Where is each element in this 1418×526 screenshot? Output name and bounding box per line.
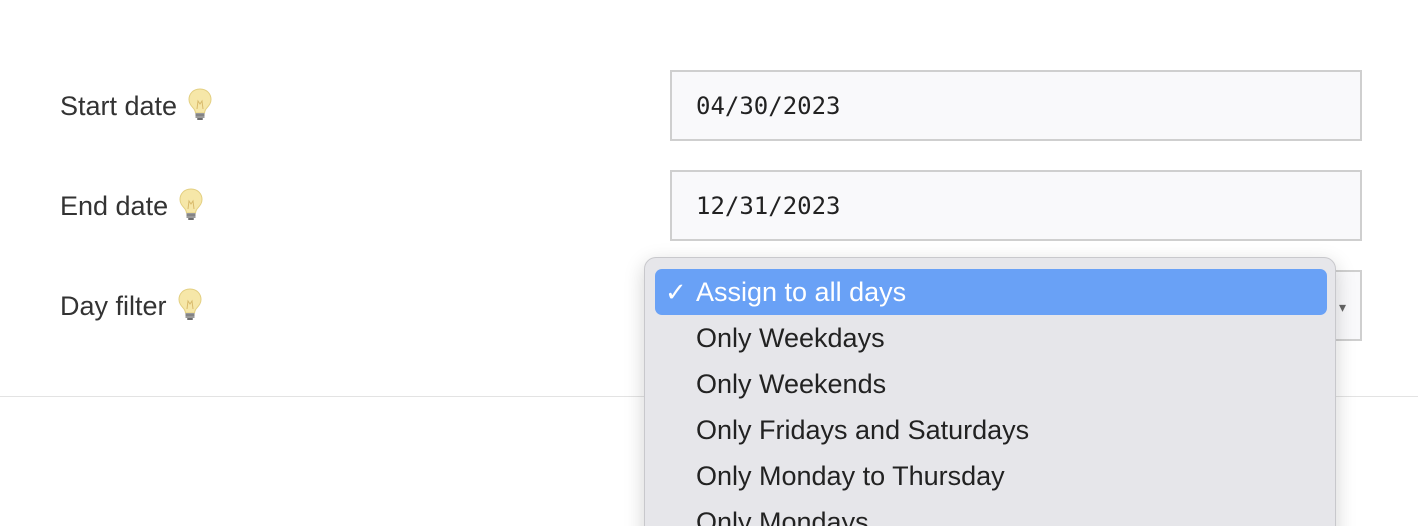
lightbulb-icon[interactable] [187,87,213,121]
dropdown-option[interactable]: Only Weekends [655,361,1327,407]
dropdown-option-label: Only Mondays [696,506,869,526]
start-date-row: Start date 04/30/2023 [0,70,1418,142]
dropdown-option-label: Only Weekdays [696,322,885,353]
day-filter-label-group: Day filter [60,270,203,342]
dropdown-option-label: Assign to all days [696,276,907,307]
dropdown-option[interactable]: Only Monday to Thursday [655,453,1327,499]
day-filter-label: Day filter [60,290,167,321]
start-date-input[interactable]: 04/30/2023 [670,70,1362,141]
dropdown-option[interactable]: Only Weekdays [655,315,1327,361]
dropdown-option[interactable]: Only Mondays [655,499,1327,526]
dropdown-option[interactable]: Only Fridays and Saturdays [655,407,1327,453]
end-date-label-group: End date [60,170,204,242]
start-date-label: Start date [60,90,178,121]
checkmark-icon: ✓ [665,278,687,308]
day-filter-dropdown-menu: ✓ Assign to all days Only Weekdays Only … [644,257,1336,526]
end-date-input[interactable]: 12/31/2023 [670,170,1362,241]
dropdown-option-selected[interactable]: ✓ Assign to all days [655,269,1327,315]
chevron-down-icon: ▾ [1338,300,1346,316]
dropdown-option-label: Only Weekends [696,368,887,399]
dropdown-option-label: Only Fridays and Saturdays [696,414,1030,445]
end-date-row: End date 12/31/2023 [0,170,1418,242]
start-date-label-group: Start date [60,70,213,142]
lightbulb-icon[interactable] [177,287,203,321]
dropdown-option-label: Only Monday to Thursday [696,460,1005,491]
lightbulb-icon[interactable] [178,187,204,221]
end-date-label: End date [60,190,169,221]
form-page: Start date 04/30/2023 End date 12/31/202… [0,0,1418,526]
